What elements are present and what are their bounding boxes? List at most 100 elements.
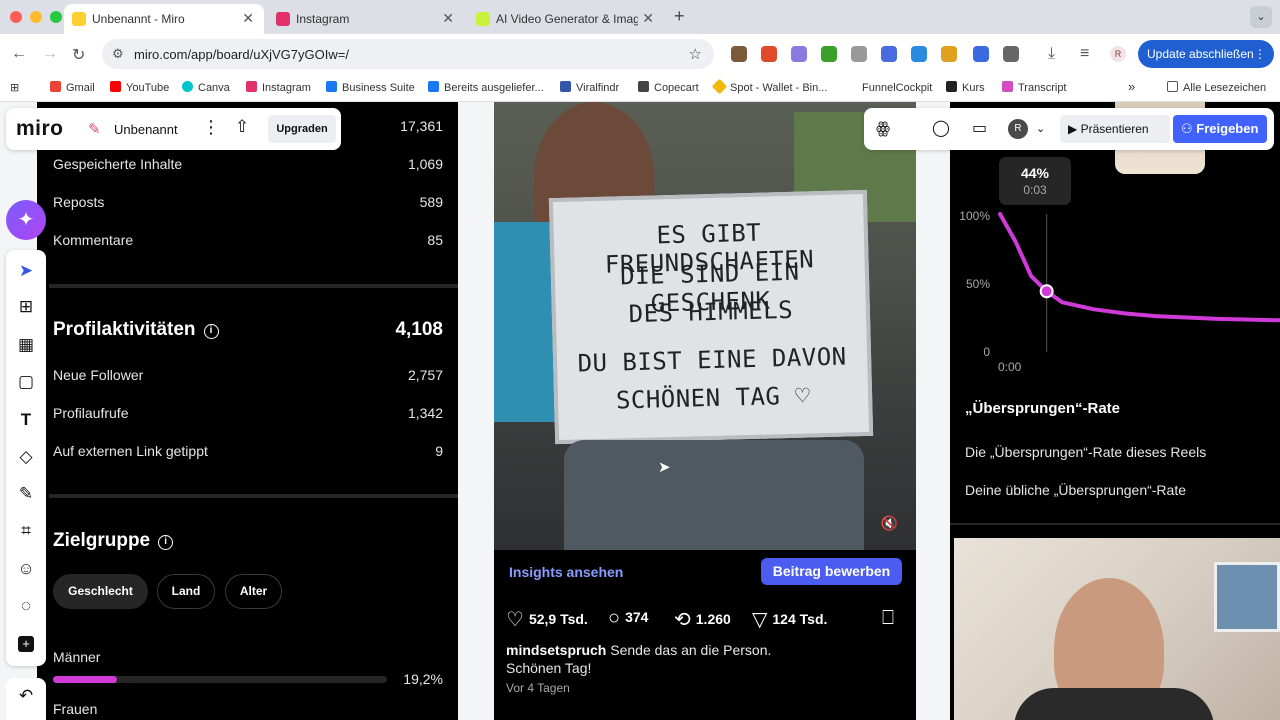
undo-icon[interactable]: ↶ [6, 678, 46, 720]
bookmark-instagram[interactable]: Instagram [246, 81, 311, 94]
bookmark-gmail[interactable]: Gmail [50, 81, 95, 94]
crop-frame-tool-icon[interactable]: ⌗ [6, 516, 46, 546]
shares-stat[interactable]: ▽ 124 Tsd. [752, 607, 827, 632]
pen-tool-icon[interactable]: ✎ [6, 479, 46, 509]
video-call-icon[interactable]: ▭ [972, 118, 987, 138]
tab-search-chevron-icon[interactable]: ⌄ [1250, 6, 1272, 28]
media-control-icon[interactable]: ≡ [1080, 45, 1089, 63]
extension-icon[interactable] [911, 46, 927, 62]
present-button[interactable]: ▶ Präsentieren [1060, 115, 1170, 143]
shapes-tool-icon[interactable]: ◇ [6, 442, 46, 472]
y-tick-label: 0 [983, 345, 990, 359]
update-button[interactable]: Update abschließen ⋮ [1138, 40, 1274, 68]
extensions-puzzle-icon[interactable] [1003, 46, 1019, 62]
extension-icon[interactable] [731, 46, 747, 62]
extension-icon[interactable] [761, 46, 777, 62]
window-close-button[interactable] [10, 11, 22, 23]
url-text[interactable]: miro.com/app/board/uXjVG7yGOIw=/ [134, 47, 349, 62]
window-minimize-button[interactable] [30, 11, 42, 23]
chat-icon[interactable]: ◯ [932, 118, 950, 138]
comments-stat[interactable]: ○ 374 [608, 607, 648, 630]
browser-tab-instagram[interactable]: Instagram ✕ [268, 4, 464, 34]
download-icon[interactable]: ⤓ [1048, 45, 1055, 63]
new-tab-button[interactable]: + [674, 6, 685, 27]
browser-tab-miro[interactable]: Unbenannt - Miro ✕ [64, 4, 264, 34]
extension-icon[interactable] [881, 46, 897, 62]
site-settings-icon[interactable]: ⚙ [112, 46, 124, 62]
upgrade-button[interactable]: Upgraden [268, 115, 336, 143]
miro-top-left-bar: miro ✎ Unbenannt ⋮ ⇧ Upgraden [6, 108, 341, 150]
reload-icon[interactable]: ↻ [72, 45, 85, 65]
audience-tab-gender[interactable]: Geschlecht [53, 574, 148, 609]
bookmark-copecart[interactable]: Copecart [638, 81, 699, 94]
chevron-down-icon[interactable]: ⌄ [1036, 122, 1045, 135]
back-arrow-icon[interactable]: ← [11, 45, 27, 63]
bookmark-bereits-ausgeliefert[interactable]: Bereits ausgeliefer... [428, 81, 544, 94]
extension-icon[interactable] [821, 46, 837, 62]
tab-close-icon[interactable]: ✕ [642, 10, 654, 27]
bookmark-canva[interactable]: Canva [182, 81, 230, 94]
bookmark-funnelcockpit[interactable]: FunnelCockpit [846, 81, 932, 94]
comment-tool-icon[interactable]: ◌ [6, 591, 46, 621]
board-name[interactable]: Unbenannt [114, 122, 178, 137]
tab-close-icon[interactable]: ✕ [442, 10, 454, 27]
transcript-icon [1002, 81, 1013, 92]
repost-icon[interactable]: ⟲ [674, 609, 691, 631]
likes-stat[interactable]: ♡ 52,9 Tsd. [506, 607, 588, 632]
add-more-tools-icon[interactable]: + [6, 628, 46, 658]
user-avatar[interactable]: R [1008, 119, 1028, 139]
audience-tab-age[interactable]: Alter [225, 574, 282, 609]
window-zoom-button[interactable] [50, 11, 62, 23]
address-bar[interactable]: ⚙ miro.com/app/board/uXjVG7yGOIw=/ ☆ [102, 39, 714, 69]
view-insights-link[interactable]: Insights ansehen [509, 564, 623, 580]
browser-menu-icon[interactable]: ⋮ [1254, 40, 1266, 68]
extension-icon[interactable] [973, 46, 989, 62]
forward-arrow-icon[interactable]: → [42, 45, 58, 63]
info-icon[interactable]: i [203, 324, 219, 339]
sticky-note-tool-icon[interactable]: ▢ [6, 367, 46, 397]
frame-layout-tool-icon[interactable]: ▦ [6, 330, 46, 360]
select-tool-icon[interactable]: ➤ [6, 256, 46, 286]
miro-board-canvas[interactable]: 17,361 Gespeicherte Inhalte 1,069 Reposts… [0, 102, 1280, 720]
bookmark-kurs[interactable]: Kurs [946, 81, 985, 94]
retention-chart[interactable]: 100% 50% 0 0:00 [950, 202, 1280, 482]
more-options-icon[interactable]: ⋮ [202, 117, 220, 138]
text-tool-icon[interactable]: T [6, 405, 46, 435]
export-upload-icon[interactable]: ⇧ [235, 117, 249, 137]
bookmark-viralfindr[interactable]: Viralfindr [560, 81, 619, 94]
miro-top-right-bar: ꙮ ◯ ▭ R ⌄ ▶ Präsentieren ⚇ Freigeben [864, 108, 1274, 150]
bookmark-spot-wallet[interactable]: Spot - Wallet - Bin... [711, 78, 827, 95]
save-bookmark-icon[interactable]: ⎕ [882, 607, 899, 630]
bookmarks-overflow-button[interactable]: » [1128, 79, 1135, 94]
board-pen-icon: ✎ [88, 121, 101, 138]
promote-post-button[interactable]: Beitrag bewerben [761, 558, 902, 585]
send-icon[interactable]: ▽ [752, 609, 767, 631]
heart-icon[interactable]: ♡ [506, 609, 524, 631]
bookmark-transcript[interactable]: Transcript [1002, 81, 1067, 94]
mute-icon[interactable]: 🔇 [881, 515, 898, 532]
templates-tool-icon[interactable]: ⊞ [6, 292, 46, 322]
reactions-icon[interactable]: ꙮ [876, 118, 890, 138]
extension-icon[interactable] [791, 46, 807, 62]
ai-sparkle-button[interactable]: ✦ [6, 200, 46, 240]
profile-avatar[interactable]: R [1110, 46, 1126, 62]
hover-point[interactable] [1039, 284, 1054, 299]
comment-bubble-icon[interactable]: ○ [608, 607, 620, 629]
post-photo[interactable]: ES GIBT FREUNDSCHAFTEN DIE SIND EIN GESC… [494, 102, 916, 550]
audience-tab-country[interactable]: Land [157, 574, 215, 609]
reaction-tool-icon[interactable]: ☺ [6, 554, 46, 584]
all-bookmarks-folder[interactable]: Alle Lesezeichen [1167, 81, 1266, 94]
info-icon[interactable]: i [158, 535, 174, 550]
post-username[interactable]: mindsetspruch [506, 642, 606, 658]
share-button[interactable]: ⚇ Freigeben [1173, 115, 1267, 143]
bookmark-star-icon[interactable]: ☆ [689, 45, 702, 63]
extension-icon[interactable] [851, 46, 867, 62]
browser-tab-ai-video[interactable]: AI Video Generator & Image G ✕ [468, 4, 664, 34]
tab-close-icon[interactable]: ✕ [242, 10, 254, 27]
reposts-stat[interactable]: ⟲ 1.260 [674, 607, 731, 632]
bookmark-youtube[interactable]: YouTube [110, 81, 169, 94]
extension-icon[interactable] [941, 46, 957, 62]
apps-grid-icon[interactable]: ⊞ [10, 81, 19, 94]
bookmark-business-suite[interactable]: Business Suite [326, 81, 415, 94]
miro-logo[interactable]: miro [16, 117, 64, 141]
